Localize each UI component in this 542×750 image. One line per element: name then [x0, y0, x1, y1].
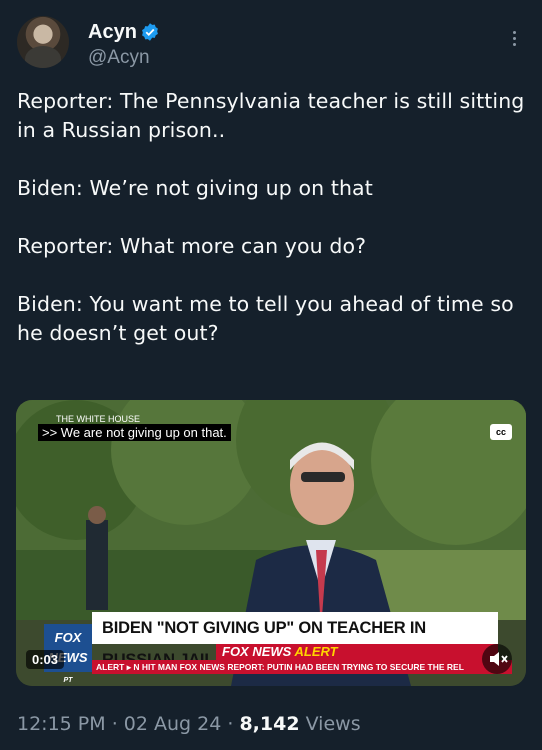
tweet-paragraph: Reporter: The Pennsylvania teacher is st… [17, 89, 525, 142]
tweet-text: Reporter: The Pennsylvania teacher is st… [17, 87, 529, 377]
news-chyron: BIDEN "NOT GIVING UP" ON TEACHER IN RUSS… [92, 612, 498, 669]
tweet-time[interactable]: 12:15 PM [17, 713, 106, 735]
tweet-date[interactable]: 02 Aug 24 [124, 713, 222, 735]
closed-caption-text: >> We are not giving up on that. [38, 424, 231, 441]
tweet-metadata: 12:15 PM · 02 Aug 24 · 8,142 Views [17, 713, 361, 735]
views-count: 8,142 [239, 713, 300, 735]
tweet-paragraph: Biden: You want me to tell you ahead of … [17, 292, 514, 345]
tweet-header: Acyn @Acyn [17, 16, 527, 76]
views-label: Views [299, 713, 361, 735]
more-options-icon[interactable] [507, 28, 521, 50]
logo-sub: PT [63, 677, 73, 684]
author-display-name[interactable]: Acyn [88, 21, 137, 44]
video-player[interactable]: THE WHITE HOUSE >> We are not giving up … [16, 400, 526, 686]
mute-button[interactable] [482, 644, 512, 674]
tweet-paragraph: Reporter: What more can you do? [17, 234, 367, 258]
tweet-paragraph: Biden: We’re not giving up on that [17, 176, 373, 200]
video-timestamp: 0:03 [26, 650, 65, 669]
author-handle[interactable]: @Acyn [88, 47, 150, 69]
avatar[interactable] [17, 16, 69, 68]
separator: · [221, 713, 240, 735]
white-house-sign: THE WHITE HOUSE [56, 414, 140, 424]
ticker-text: N HIT MAN FOX NEWS REPORT: PUTIN HAD BEE… [133, 662, 464, 672]
separator: · [105, 713, 124, 735]
fox-news-alert-bar: FOX NEWS ALERT [216, 644, 498, 660]
cc-button[interactable]: cc [490, 424, 512, 440]
verified-badge-icon [142, 23, 158, 41]
news-ticker: ALERT ▸ N HIT MAN FOX NEWS REPORT: PUTIN… [92, 660, 512, 674]
alert-brand: FOX NEWS [222, 644, 292, 659]
alert-word: ALERT [294, 644, 338, 659]
speaker-muted-icon [490, 652, 508, 666]
ticker-prefix: ALERT ▸ [96, 662, 131, 672]
